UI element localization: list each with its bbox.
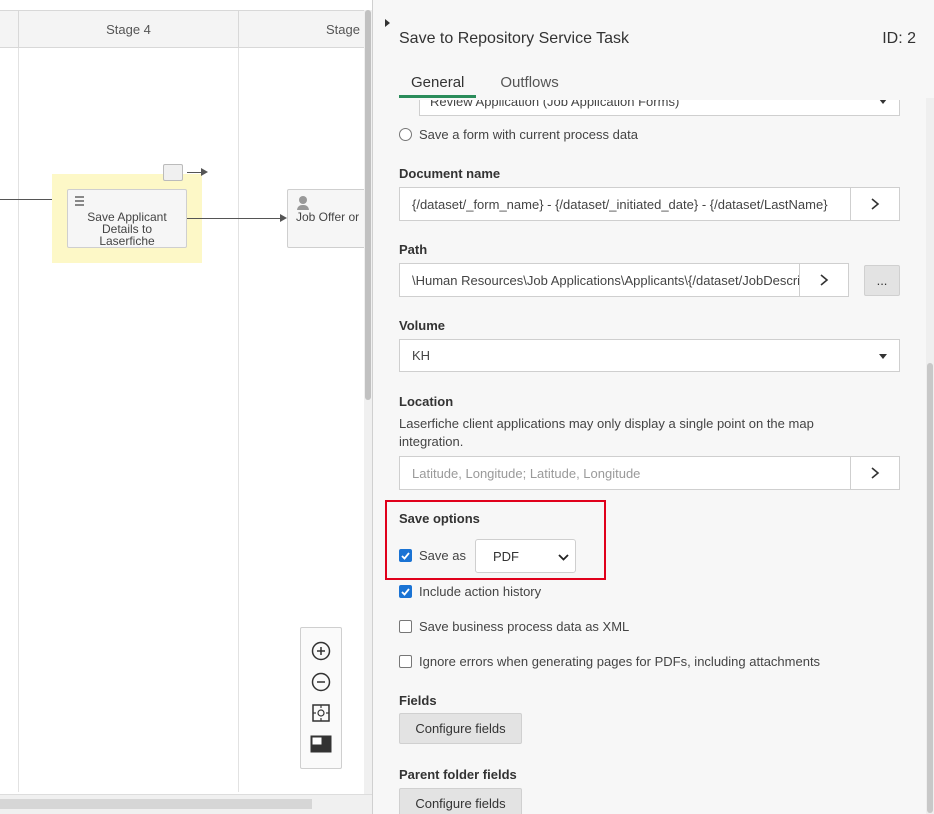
- path-token-button[interactable]: [799, 263, 849, 297]
- scrollbar-thumb[interactable]: [0, 799, 312, 809]
- tab-outflows[interactable]: Outflows: [500, 74, 570, 98]
- task-save-applicant[interactable]: Save Applicant Details to Laserfiche: [67, 189, 187, 248]
- location-input[interactable]: Latitude, Longitude; Latitude, Longitude: [399, 456, 851, 490]
- form-select-value: Review Application (Job Application Form…: [430, 100, 680, 109]
- chevron-down-icon: [558, 554, 569, 561]
- chevron-right-icon: [871, 198, 880, 210]
- task-label: Job Offer or: [296, 210, 360, 224]
- ignore-errors-row[interactable]: Ignore errors when generating pages for …: [399, 654, 820, 669]
- parent-folder-fields-label: Parent folder fields: [399, 767, 517, 782]
- check-icon: [401, 551, 410, 560]
- save-as-checkbox[interactable]: [399, 549, 412, 562]
- ignore-errors-label: Ignore errors when generating pages for …: [419, 654, 821, 669]
- tab-general[interactable]: General: [399, 74, 477, 98]
- stage-header-4: Stage 4: [18, 10, 238, 48]
- configure-fields-label: Configure fields: [415, 721, 506, 736]
- stage-divider: [18, 48, 19, 792]
- chevron-right-icon: [871, 467, 880, 479]
- include-history-checkbox[interactable]: [399, 585, 412, 598]
- document-name-input[interactable]: {/dataset/_form_name} - {/dataset/_initi…: [399, 187, 851, 221]
- connector-arrowhead: [280, 214, 287, 222]
- canvas-vertical-scrollbar[interactable]: [364, 10, 372, 794]
- chevron-down-icon: [879, 100, 887, 104]
- path-label: Path: [399, 242, 428, 257]
- ignore-errors-checkbox[interactable]: [399, 655, 412, 668]
- configure-fields-button[interactable]: Configure fields: [399, 713, 522, 744]
- minimap-icon[interactable]: [310, 733, 332, 755]
- path-browse-button[interactable]: ...: [864, 265, 900, 296]
- save-format-value: PDF: [493, 548, 519, 564]
- save-format-select[interactable]: PDF: [475, 539, 576, 573]
- fit-screen-icon[interactable]: [310, 702, 332, 724]
- save-xml-label: Save business process data as XML: [419, 619, 630, 634]
- task-label: Save Applicant Details to Laserfiche: [87, 210, 167, 248]
- panel-title: Save to Repository Service Task: [399, 30, 630, 47]
- volume-label: Volume: [399, 318, 445, 333]
- stage-4-label: Stage 4: [106, 21, 151, 37]
- quick-connect-arrow-icon[interactable]: [201, 168, 208, 176]
- stage-header-5: Stage 5: [238, 10, 372, 48]
- connector-line: [187, 218, 280, 219]
- stage-divider: [238, 48, 239, 792]
- scrollbar-thumb[interactable]: [927, 363, 933, 813]
- chevron-down-icon: [879, 353, 887, 359]
- zoom-controls: [300, 627, 342, 769]
- collapse-panel-icon[interactable]: [385, 19, 390, 27]
- panel-tabs: General Outflows: [399, 74, 571, 98]
- path-input[interactable]: \Human Resources\Job Applications\Applic…: [399, 263, 801, 297]
- user-task-icon: [297, 196, 309, 210]
- document-name-label: Document name: [399, 166, 501, 181]
- include-history-row[interactable]: Include action history: [399, 584, 541, 599]
- chevron-right-icon: [820, 274, 829, 286]
- location-label: Location: [399, 394, 454, 409]
- save-as-label: Save as: [419, 548, 466, 563]
- fields-label: Fields: [399, 693, 437, 708]
- save-xml-checkbox[interactable]: [399, 620, 412, 633]
- include-history-label: Include action history: [419, 584, 542, 599]
- zoom-in-icon[interactable]: [310, 640, 332, 662]
- form-select[interactable]: Review Application (Job Application Form…: [419, 100, 900, 116]
- save-form-radio-row[interactable]: Save a form with current process data: [399, 127, 638, 142]
- configure-parent-folder-fields-button[interactable]: Configure fields: [399, 788, 522, 814]
- service-task-icon: [75, 196, 84, 206]
- task-attach-icon[interactable]: [163, 164, 183, 181]
- task-job-offer[interactable]: Job Offer or: [287, 189, 372, 248]
- path-value: \Human Resources\Job Applications\Applic…: [412, 272, 801, 288]
- quick-connect-line: [187, 172, 201, 173]
- location-help-text: Laserfiche client applications may only …: [399, 416, 814, 449]
- volume-value: KH: [412, 348, 431, 363]
- check-icon: [401, 587, 410, 596]
- save-form-radio[interactable]: [399, 128, 412, 141]
- location-placeholder: Latitude, Longitude; Latitude, Longitude: [412, 465, 641, 481]
- save-options-label: Save options: [399, 511, 480, 526]
- connector-line: [0, 199, 60, 200]
- volume-select[interactable]: KH: [399, 339, 900, 372]
- process-canvas[interactable]: Stage 4 Stage 5 Save Applicant Details t…: [0, 0, 372, 814]
- save-as-row[interactable]: Save as: [399, 548, 466, 563]
- location-token-button[interactable]: [850, 456, 900, 490]
- stage-header-prev: [0, 10, 18, 48]
- zoom-out-icon[interactable]: [310, 671, 332, 693]
- panel-vertical-scrollbar[interactable]: [926, 98, 934, 814]
- save-form-label: Save a form with current process data: [419, 127, 638, 142]
- save-xml-row[interactable]: Save business process data as XML: [399, 619, 629, 634]
- properties-panel: Save to Repository Service Task ID: 2 Ge…: [372, 0, 934, 814]
- task-id: ID: 2: [882, 30, 916, 47]
- browse-label: ...: [876, 273, 888, 288]
- canvas-horizontal-scrollbar[interactable]: [0, 794, 372, 814]
- configure-parent-fields-label: Configure fields: [415, 796, 506, 811]
- scrollbar-thumb[interactable]: [365, 10, 371, 400]
- document-name-value: {/dataset/_form_name} - {/dataset/_initi…: [412, 196, 828, 212]
- document-name-token-button[interactable]: [850, 187, 900, 221]
